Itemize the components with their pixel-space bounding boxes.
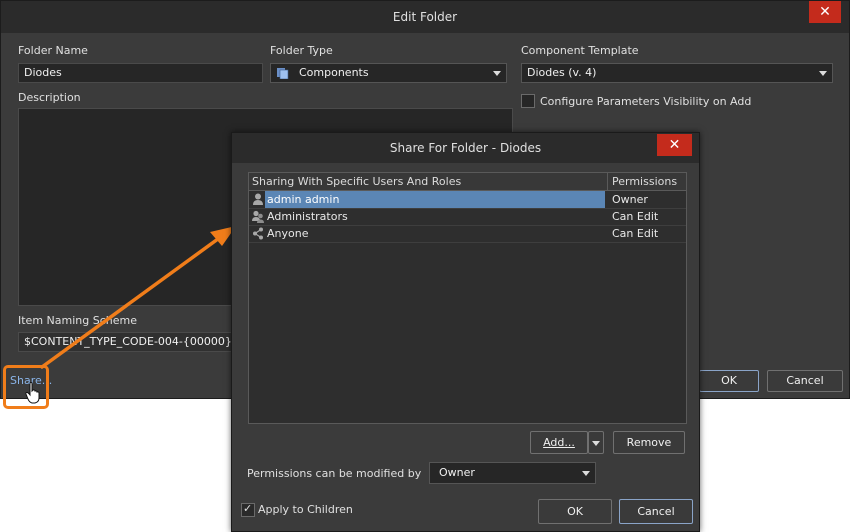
row-permission: Can Edit	[612, 227, 659, 240]
permissions-modified-label: Permissions can be modified by	[247, 467, 422, 480]
row-name: Administrators	[267, 210, 348, 223]
close-icon: ✕	[668, 137, 681, 153]
share-dialog-titlebar: Share For Folder - Diodes	[232, 133, 699, 163]
add-dropdown-button[interactable]	[588, 431, 604, 454]
table-row[interactable]: Anyone Can Edit	[249, 225, 686, 242]
remove-button[interactable]: Remove	[613, 431, 685, 454]
row-divider	[249, 242, 686, 243]
chevron-down-icon	[582, 471, 590, 476]
share-ok-button[interactable]: OK	[538, 499, 612, 524]
share-cancel-button[interactable]: Cancel	[619, 499, 693, 524]
row-name: Anyone	[267, 227, 309, 240]
share-icon	[252, 227, 264, 240]
chevron-down-icon	[592, 441, 600, 446]
add-button[interactable]: Add...	[530, 431, 588, 454]
sharing-table-header: Sharing With Specific Users And Roles Pe…	[249, 173, 686, 191]
column-header-permissions[interactable]: Permissions	[612, 175, 677, 188]
row-permission: Can Edit	[612, 210, 659, 223]
row-name: admin admin	[265, 191, 605, 208]
table-row[interactable]: Administrators Can Edit	[249, 208, 686, 225]
group-icon	[252, 210, 264, 223]
share-dialog-title: Share For Folder - Diodes	[389, 141, 542, 155]
add-button-label: Add...	[543, 436, 575, 449]
column-separator[interactable]	[607, 173, 608, 190]
row-permission: Owner	[612, 193, 648, 206]
sharing-table: Sharing With Specific Users And Roles Pe…	[248, 172, 687, 424]
checkmark-icon: ✓	[243, 502, 253, 515]
permissions-modified-value: Owner	[439, 466, 475, 479]
apply-to-children-label: Apply to Children	[258, 503, 353, 516]
permissions-modified-dropdown[interactable]: Owner	[429, 462, 596, 484]
share-dialog-close-button[interactable]: ✕	[657, 134, 692, 156]
share-folder-dialog: Share For Folder - Diodes ✕ Sharing With…	[231, 132, 700, 532]
apply-to-children-checkbox[interactable]: ✓	[241, 502, 255, 517]
user-icon	[252, 193, 264, 206]
column-header-sharing[interactable]: Sharing With Specific Users And Roles	[252, 175, 461, 188]
table-row[interactable]: admin admin Owner	[249, 191, 686, 208]
